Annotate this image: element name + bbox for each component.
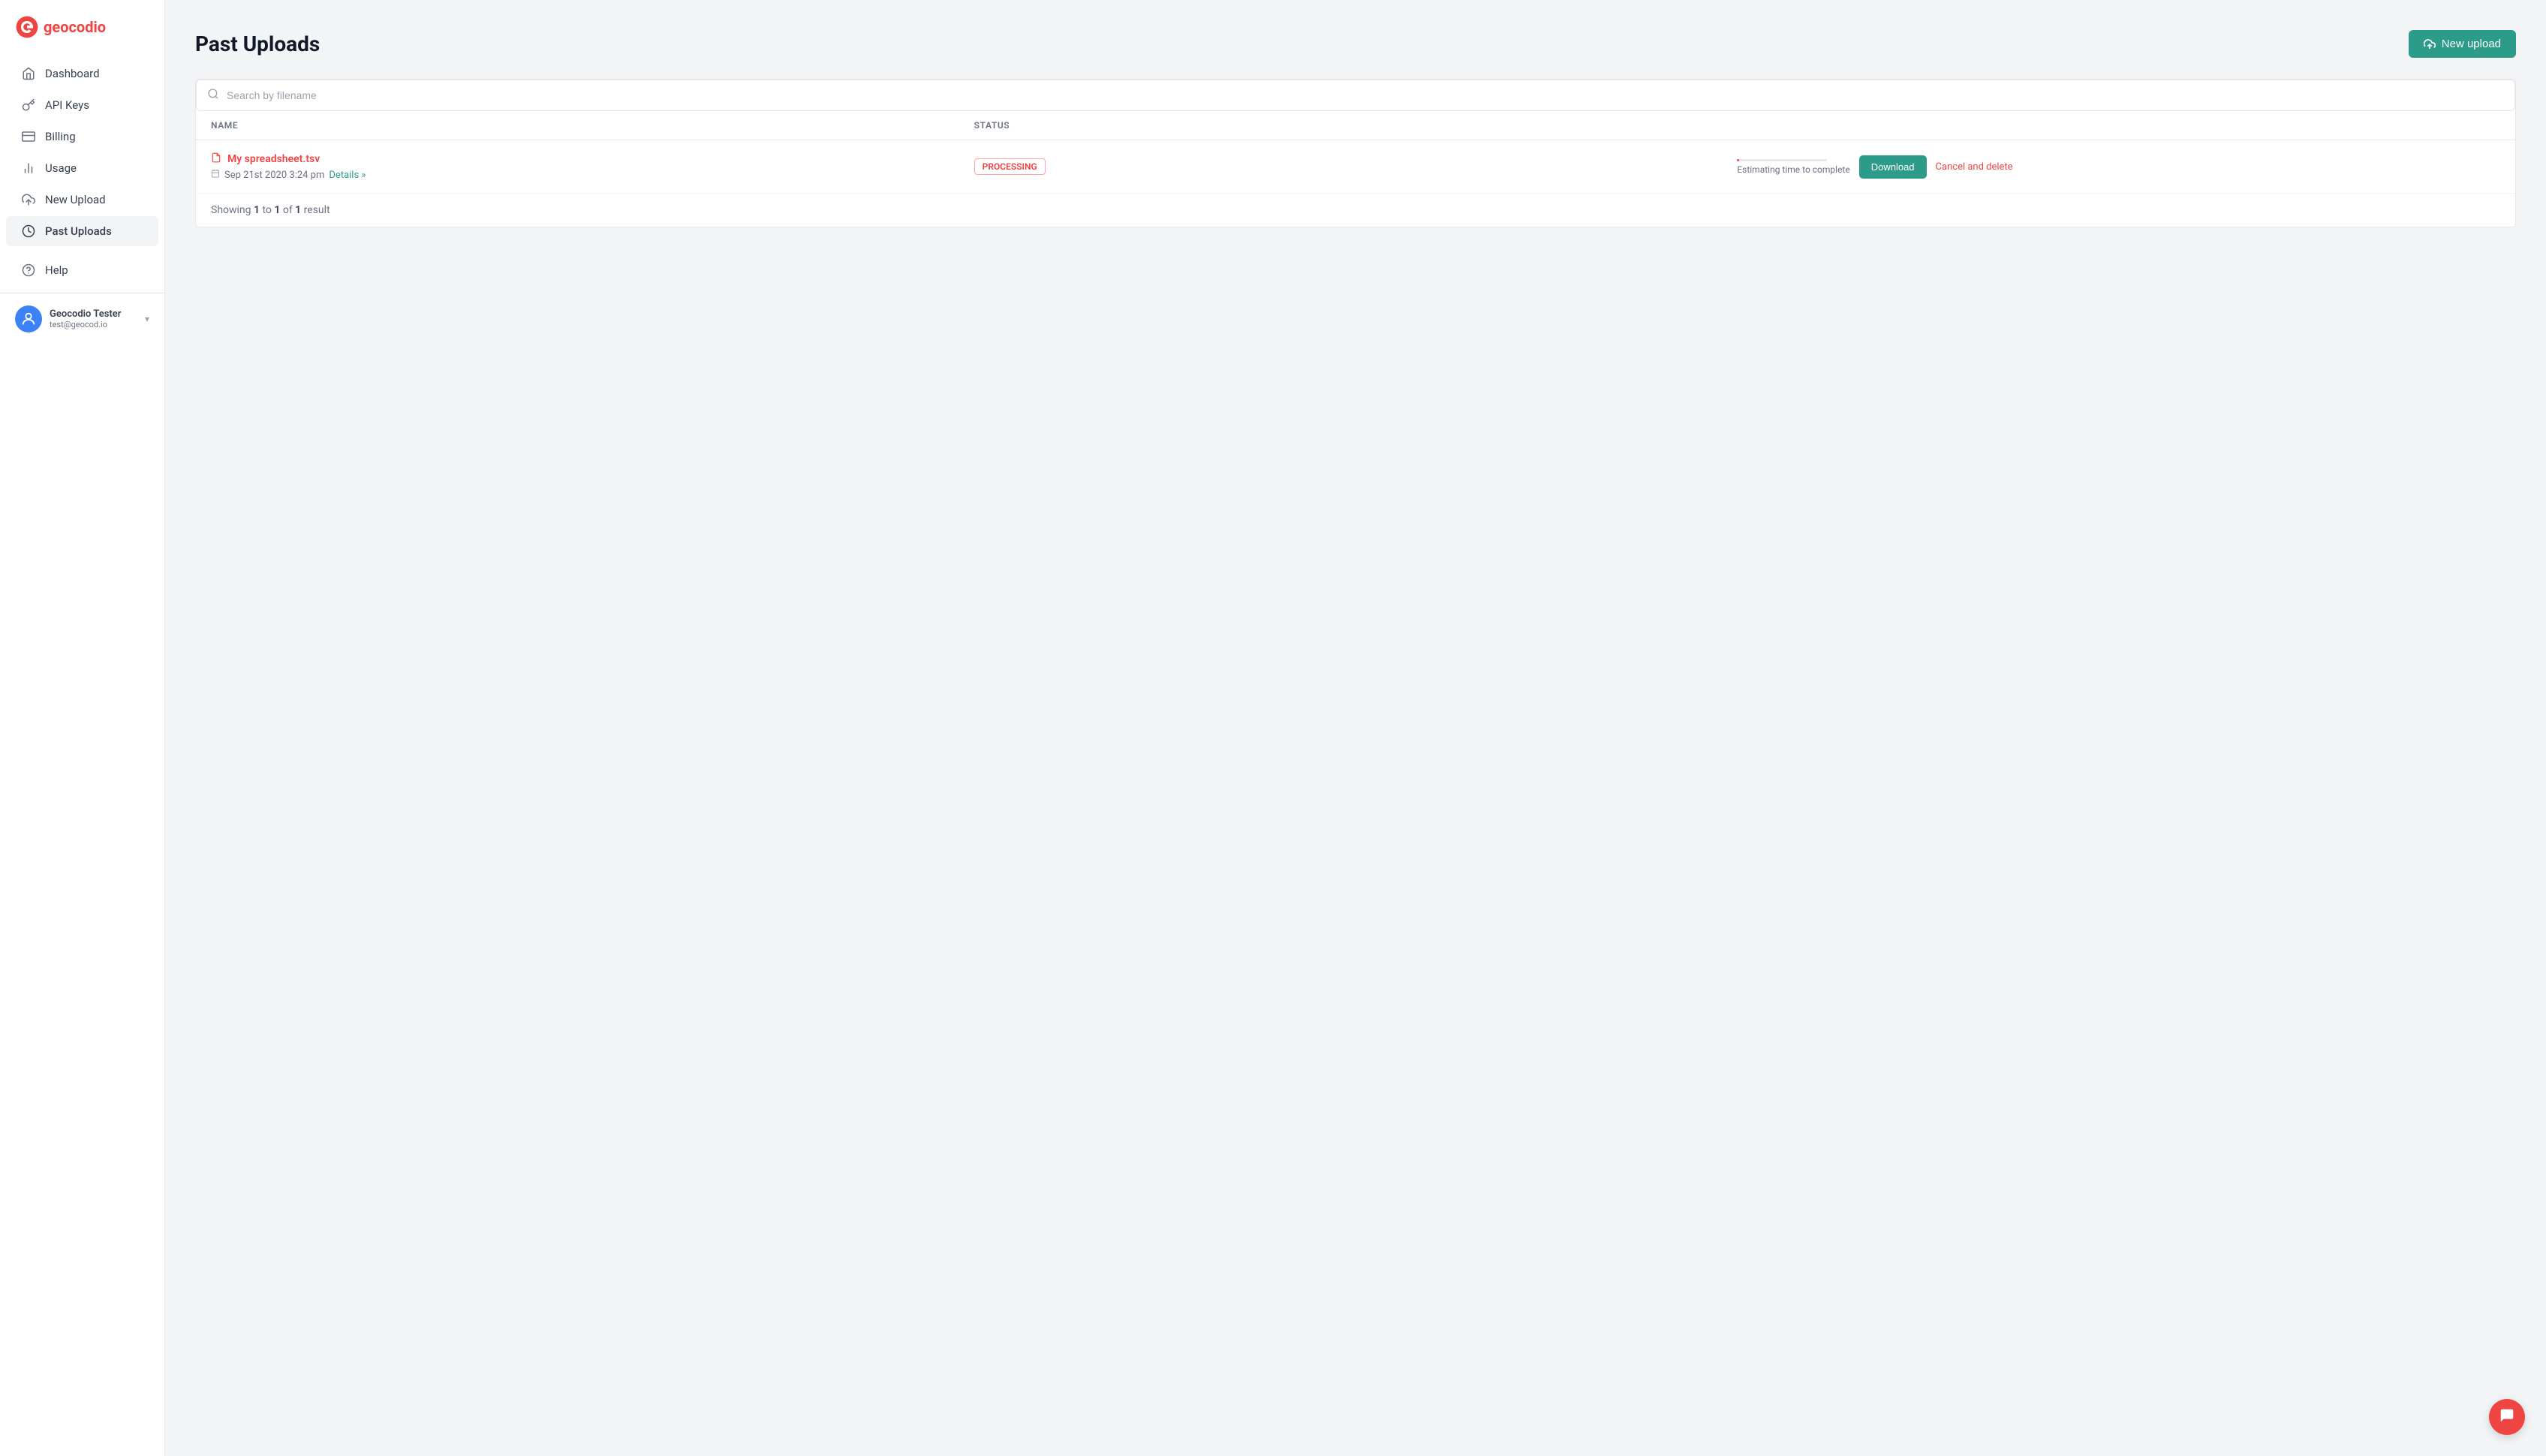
chart-icon: [21, 161, 36, 176]
table-header: NAME STATUS: [196, 111, 2515, 140]
chevron-down-icon: ▾: [145, 314, 149, 324]
sidebar-item-past-uploads[interactable]: Past Uploads: [6, 216, 158, 246]
chat-bubble[interactable]: [2489, 1399, 2525, 1435]
main-content: Past Uploads New upload NAME STATUS: [165, 0, 2546, 1456]
calendar-icon: [211, 169, 220, 181]
details-link[interactable]: Details »: [329, 170, 366, 181]
column-name-header: NAME: [211, 120, 974, 131]
nav-list: Dashboard API Keys Billing Usage: [0, 51, 164, 254]
credit-card-icon: [21, 129, 36, 144]
upload-arrow-icon: [2424, 38, 2436, 50]
search-input[interactable]: [227, 89, 2504, 101]
sidebar-item-label: API Keys: [45, 98, 89, 112]
result-total: 1: [295, 204, 301, 216]
download-button[interactable]: Download: [1859, 155, 1927, 179]
sidebar-nav: Dashboard API Keys Billing Usage: [0, 51, 164, 293]
user-area[interactable]: Geocodio Tester test@geocod.io ▾: [0, 293, 164, 344]
progress-bar-area: Estimating time to complete: [1737, 159, 1849, 175]
column-actions-header: [1737, 120, 2500, 131]
new-upload-button-label: New upload: [2442, 38, 2501, 50]
user-email: test@geocod.io: [50, 320, 137, 329]
sidebar: geocodio Dashboard API Keys Billing: [0, 0, 165, 1456]
sidebar-item-label: New Upload: [45, 193, 106, 206]
nav-help-list: Help: [0, 255, 164, 293]
spreadsheet-icon: [211, 152, 221, 166]
sidebar-item-label: Billing: [45, 130, 76, 143]
result-range-start: 1: [254, 204, 260, 216]
sidebar-help-label: Help: [45, 263, 68, 277]
new-upload-button[interactable]: New upload: [2409, 30, 2516, 58]
sidebar-item-usage[interactable]: Usage: [6, 153, 158, 183]
clock-icon: [21, 224, 36, 239]
upload-icon: [21, 192, 36, 207]
sidebar-item-api-keys[interactable]: API Keys: [6, 90, 158, 120]
file-date: Sep 21st 2020 3:24 pm: [224, 170, 324, 181]
table-footer: Showing 1 to 1 of 1 result: [196, 194, 2515, 227]
home-icon: [21, 66, 36, 81]
result-label: result: [304, 204, 330, 216]
status-badge: PROCESSING: [974, 158, 1046, 175]
sidebar-item-label: Dashboard: [45, 67, 100, 80]
sidebar-item-billing[interactable]: Billing: [6, 122, 158, 152]
sidebar-item-new-upload[interactable]: New Upload: [6, 185, 158, 215]
file-info-cell: My spreadsheet.tsv Sep 21st 2020 3:24 pm…: [211, 152, 974, 181]
column-status-header: STATUS: [974, 120, 1738, 131]
progress-fill: [1737, 159, 1739, 161]
sidebar-item-help[interactable]: Help: [6, 255, 158, 285]
chat-icon: [2499, 1407, 2515, 1427]
user-name: Geocodio Tester: [50, 308, 137, 320]
brand-name: geocodio: [44, 18, 106, 36]
progress-text: Estimating time to complete: [1737, 164, 1849, 175]
result-range-end: 1: [274, 204, 280, 216]
status-cell: PROCESSING: [974, 158, 1738, 175]
logo-area: geocodio: [0, 0, 164, 51]
cancel-delete-link[interactable]: Cancel and delete: [1936, 161, 2013, 173]
avatar: [15, 305, 42, 332]
search-icon: [207, 88, 219, 103]
question-icon: [21, 263, 36, 278]
page-title: Past Uploads: [195, 32, 320, 56]
sidebar-item-dashboard[interactable]: Dashboard: [6, 59, 158, 89]
uploads-table-wrapper: NAME STATUS My spreadsheet.tsv Sep 21st: [195, 79, 2516, 227]
user-info: Geocodio Tester test@geocod.io: [50, 308, 137, 329]
search-bar: [196, 80, 2515, 111]
sidebar-item-label: Usage: [45, 161, 77, 175]
row-actions: Estimating time to complete Download Can…: [1737, 155, 2500, 179]
progress-bar: [1737, 159, 1827, 161]
page-header: Past Uploads New upload: [195, 30, 2516, 58]
key-icon: [21, 98, 36, 113]
geocodio-logo-icon: [15, 15, 39, 39]
file-name: My spreadsheet.tsv: [211, 152, 974, 166]
sidebar-item-label: Past Uploads: [45, 224, 112, 238]
file-meta: Sep 21st 2020 3:24 pm Details »: [211, 169, 974, 181]
table-row: My spreadsheet.tsv Sep 21st 2020 3:24 pm…: [196, 140, 2515, 194]
